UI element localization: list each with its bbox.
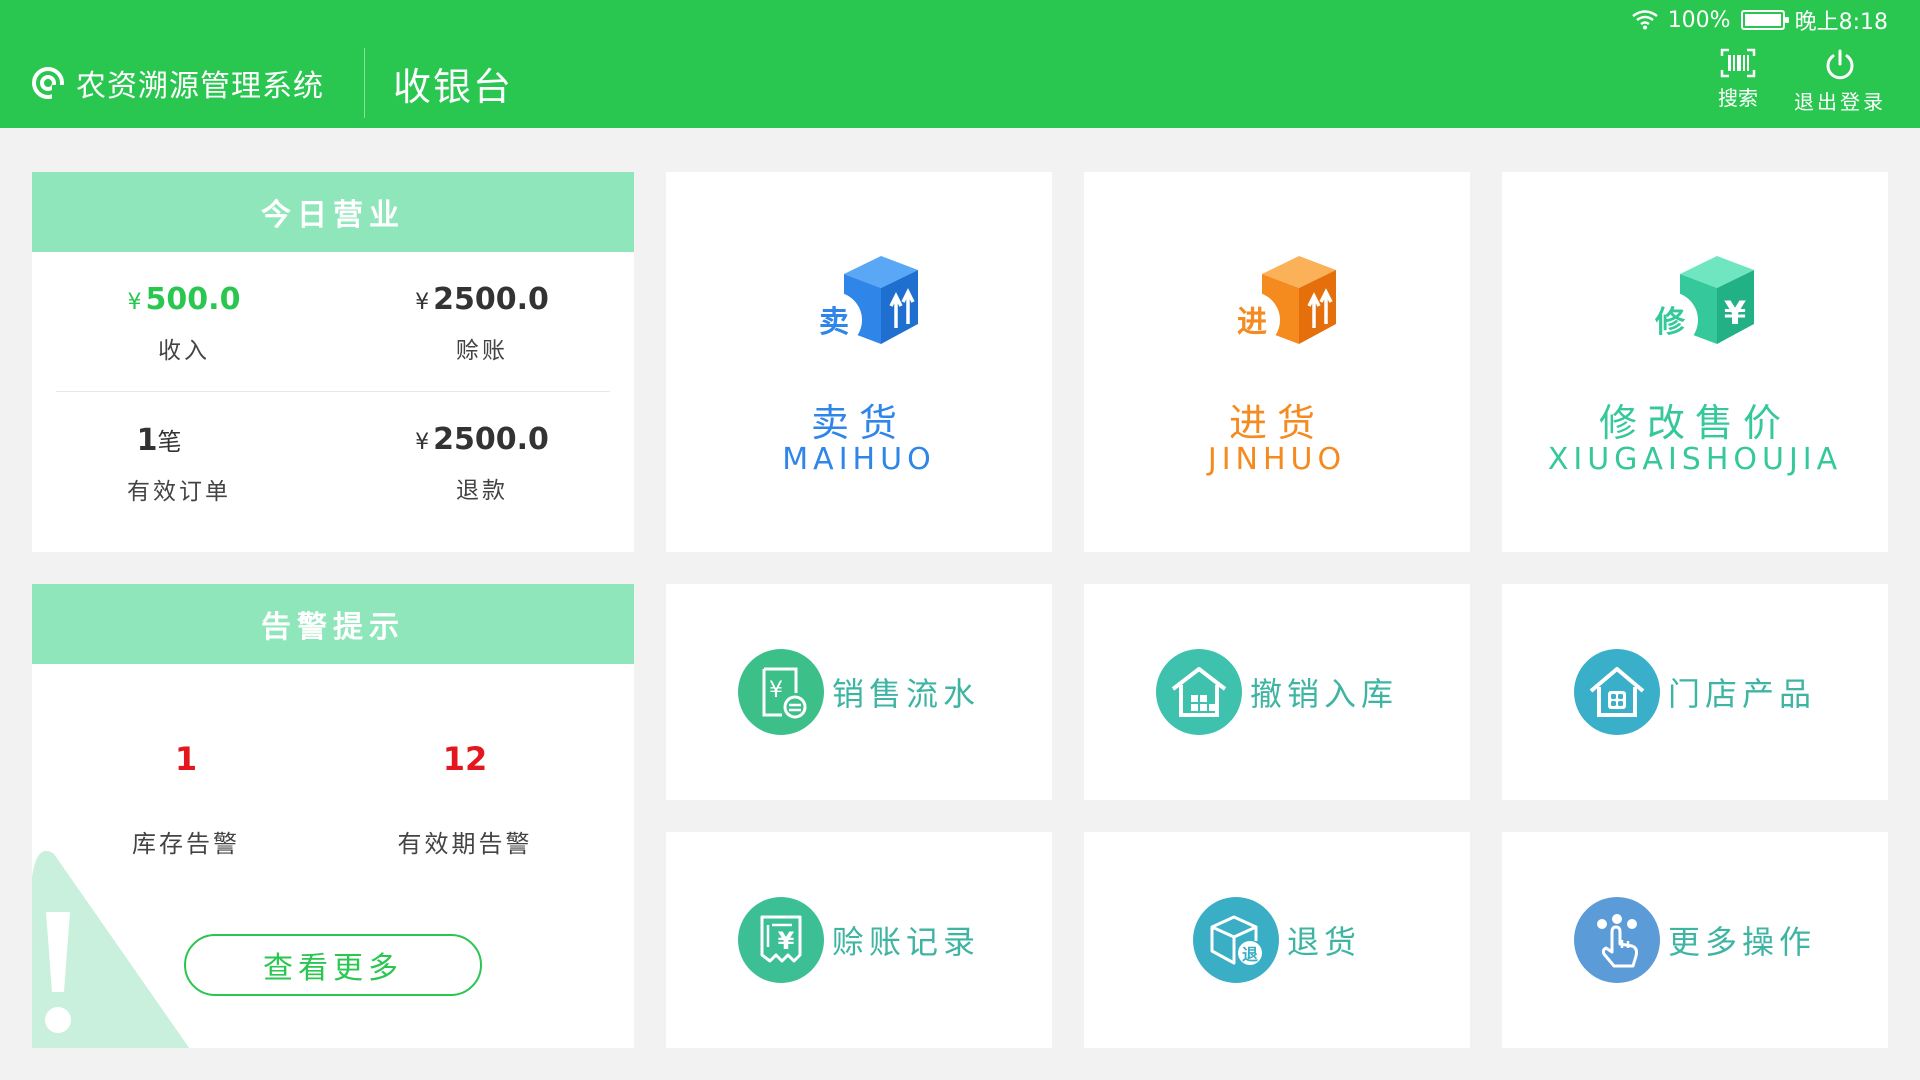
currency-symbol: ¥: [127, 290, 142, 315]
wifi-icon: [1631, 10, 1658, 30]
tile-cancel-stock-in-label: 撤销入库: [1249, 675, 1398, 713]
svg-text:¥: ¥: [1724, 294, 1746, 332]
currency-symbol: ¥: [415, 430, 430, 455]
svg-text:退: 退: [1242, 945, 1258, 964]
stock-alert-count: 1: [174, 740, 198, 778]
credit-record-icon: ¥: [737, 897, 824, 983]
orders-value: 1: [136, 423, 158, 458]
refund-label: 退款: [456, 478, 508, 504]
warning-triangle-icon: [32, 850, 190, 1048]
tile-sell-subtitle: MAIHUO: [782, 442, 936, 477]
tile-return[interactable]: 退 退货: [1084, 832, 1470, 1048]
tile-edit-price[interactable]: ¥ 修 修改售价 XIUGAISHOUJIA: [1502, 172, 1888, 552]
tile-store-products[interactable]: 门店产品: [1502, 584, 1888, 800]
hand-tap-icon: [1573, 897, 1660, 983]
svg-text:¥: ¥: [769, 678, 783, 703]
tile-store-products-label: 门店产品: [1667, 675, 1816, 713]
logout-label: 退出登录: [1794, 90, 1886, 114]
tile-more-actions[interactable]: 更多操作: [1502, 832, 1888, 1048]
income-value: 500.0: [145, 282, 241, 317]
today-panel-title: 今日营业: [32, 172, 634, 252]
tile-sales-flow-label: 销售流水: [831, 675, 980, 713]
view-more-button[interactable]: 查看更多: [184, 934, 482, 996]
orders-label: 有效订单: [127, 479, 231, 505]
stat-divider: [56, 391, 610, 392]
tile-edit-price-title: 修改售价: [1598, 401, 1791, 445]
svg-text:进: 进: [1237, 305, 1267, 340]
box-price-icon: ¥ 修: [1642, 256, 1754, 348]
tile-credit-records-label: 赊账记录: [831, 923, 980, 961]
tile-edit-price-subtitle: XIUGAISHOUJIA: [1547, 442, 1843, 477]
stock-alert-label: 库存告警: [132, 830, 240, 858]
top-bar: 100% 晚上8:18 农资溯源管理系统 收银台 搜索 退出登录: [0, 0, 1920, 128]
tile-credit-records[interactable]: ¥ 赊账记录: [666, 832, 1052, 1048]
status-bar: 100% 晚上8:18: [1631, 4, 1888, 36]
orders-unit: 笔: [157, 428, 182, 456]
power-icon: [1826, 49, 1854, 80]
store-icon: [1573, 649, 1660, 735]
expiry-alert-label: 有效期告警: [397, 830, 533, 858]
svg-text:修: 修: [1654, 305, 1686, 340]
battery-icon: [1740, 10, 1789, 30]
tile-purchase[interactable]: 进 进货 JINHUO: [1084, 172, 1470, 552]
refund-value: 2500.0: [433, 422, 549, 457]
expiry-alert-count: 12: [442, 740, 488, 778]
receipt-icon: ¥: [737, 649, 824, 735]
today-business-panel: 今日营业 ¥500.0 收入 ¥2500.0 赊账 1笔 有效订单 ¥2500.…: [32, 172, 634, 552]
page-title: 收银台: [393, 65, 514, 109]
tile-sell-title: 卖货: [810, 401, 907, 445]
tile-return-label: 退货: [1286, 923, 1361, 961]
credit-value: 2500.0: [433, 282, 549, 317]
alerts-panel: 告警提示 1 12 库存告警 有效期告警 查看更多: [32, 584, 634, 1048]
box-purchase-icon: 进: [1224, 256, 1336, 348]
credit-stat: ¥2500.0 赊账: [362, 282, 602, 365]
tile-sell[interactable]: 卖 卖货 MAIHUO: [666, 172, 1052, 552]
box-sell-icon: 卖: [806, 256, 918, 348]
brand: 农资溯源管理系统: [30, 60, 324, 106]
logo-icon: [32, 67, 64, 99]
logout-button[interactable]: 退出登录: [1794, 48, 1886, 115]
tile-purchase-title: 进货: [1228, 401, 1325, 445]
credit-label: 赊账: [456, 338, 508, 364]
barcode-scan-icon: [1720, 48, 1756, 78]
income-stat: ¥500.0 收入: [64, 282, 304, 365]
tile-purchase-subtitle: JINHUO: [1207, 442, 1347, 477]
tile-cancel-stock-in[interactable]: 撤销入库: [1084, 584, 1470, 800]
income-label: 收入: [158, 338, 210, 364]
header-divider: [364, 48, 365, 118]
warehouse-icon: [1155, 649, 1242, 735]
search-label: 搜索: [1718, 86, 1758, 110]
battery-percent: 100%: [1667, 7, 1731, 33]
orders-stat: 1笔 有效订单: [59, 422, 299, 506]
return-box-icon: 退: [1192, 897, 1279, 983]
svg-text:¥: ¥: [778, 927, 795, 955]
alerts-panel-title: 告警提示: [32, 584, 634, 664]
app-name: 农资溯源管理系统: [76, 69, 324, 104]
currency-symbol: ¥: [415, 290, 430, 315]
tile-more-actions-label: 更多操作: [1667, 923, 1816, 961]
search-button[interactable]: 搜索: [1718, 48, 1758, 111]
clock: 晚上8:18: [1794, 10, 1888, 35]
svg-text:卖: 卖: [819, 305, 849, 340]
refund-stat: ¥2500.0 退款: [362, 422, 602, 505]
tile-sales-flow[interactable]: ¥ 销售流水: [666, 584, 1052, 800]
